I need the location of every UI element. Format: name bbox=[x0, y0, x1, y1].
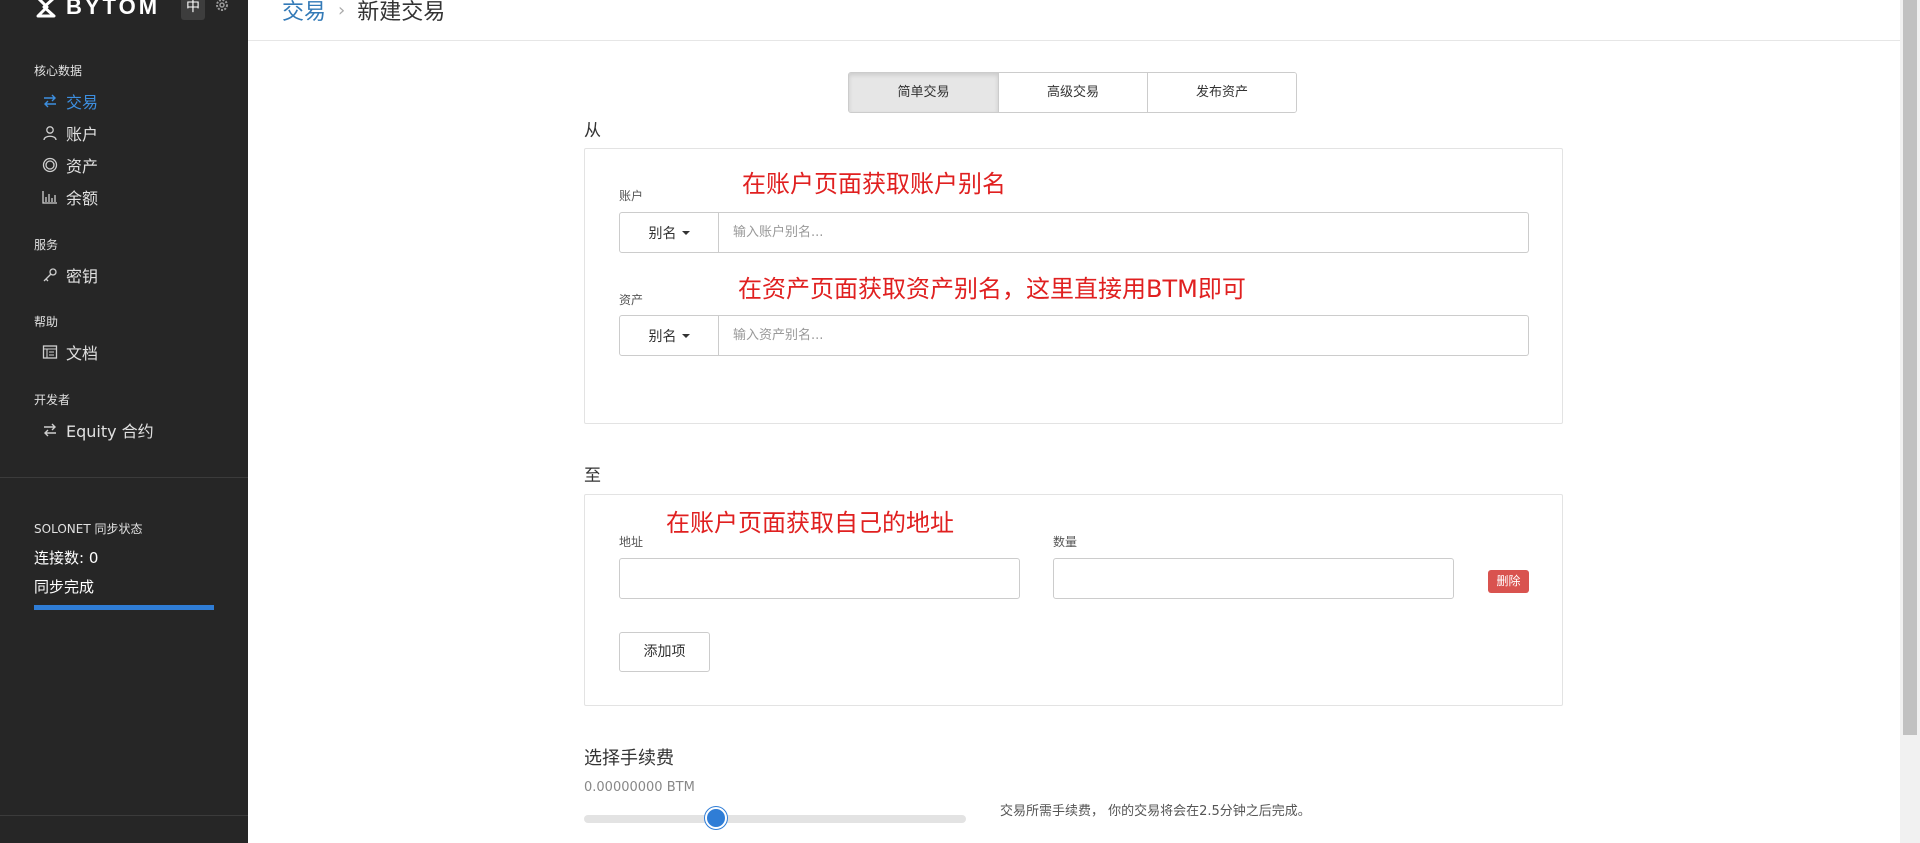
sidebar-item-label: 文档 bbox=[66, 344, 99, 363]
brand-name: BYTOM bbox=[66, 0, 161, 19]
asset-label: 资产 bbox=[619, 293, 644, 307]
user-icon bbox=[43, 126, 57, 141]
caret-down-icon bbox=[681, 333, 690, 338]
to-panel: 在账户页面获取自己的地址 地址 数量 删除 添加项 bbox=[584, 494, 1563, 706]
from-section-title: 从 bbox=[584, 121, 601, 141]
sidebar-item-balances[interactable]: 余额 bbox=[34, 181, 98, 213]
tab-issue-asset[interactable]: 发布资产 bbox=[1147, 73, 1296, 112]
sidebar-item-label: 账户 bbox=[66, 125, 99, 144]
sidebar-item-label: 资产 bbox=[66, 157, 99, 176]
to-section-title: 至 bbox=[584, 466, 601, 486]
scrollbar-thumb[interactable] bbox=[1903, 0, 1917, 735]
nav-group-title: 核心数据 bbox=[34, 64, 83, 78]
connection-count: 连接数: 0 bbox=[34, 549, 99, 567]
sidebar: BYTOM 中 核心数据 交易 账户 资产 余额 服务 密钥 帮助 文档 开发者… bbox=[0, 0, 248, 843]
sidebar-item-keys[interactable]: 密钥 bbox=[34, 259, 98, 291]
account-alias-input[interactable] bbox=[719, 212, 1529, 253]
nav-group-core: 核心数据 交易 账户 资产 余额 bbox=[34, 62, 98, 213]
chevron-right-icon: › bbox=[338, 0, 346, 21]
account-label: 账户 bbox=[619, 189, 644, 203]
fee-slider-handle[interactable] bbox=[704, 807, 727, 829]
nav-group-title: 开发者 bbox=[34, 393, 71, 407]
circle-icon bbox=[42, 157, 58, 173]
brand-logo[interactable]: BYTOM bbox=[34, 0, 160, 22]
gear-icon[interactable] bbox=[214, 0, 230, 13]
sync-state: 同步完成 bbox=[34, 578, 95, 596]
breadcrumb: 交易 › 新建交易 bbox=[282, 0, 445, 26]
sidebar-item-label: 交易 bbox=[66, 93, 99, 112]
nav-group-title: 服务 bbox=[34, 238, 59, 252]
delete-button[interactable]: 删除 bbox=[1488, 570, 1529, 593]
transfer-icon bbox=[44, 94, 56, 108]
account-input-group: 别名 bbox=[619, 212, 1529, 253]
page-header: 交易 › 新建交易 bbox=[248, 0, 1900, 41]
sync-status-title: SOLONET 同步状态 bbox=[34, 522, 143, 536]
nav-group-help: 帮助 文档 bbox=[34, 313, 98, 368]
asset-alias-dropdown[interactable]: 别名 bbox=[619, 315, 719, 356]
dropdown-label: 别名 bbox=[648, 225, 677, 242]
scrollbar[interactable] bbox=[1900, 0, 1920, 843]
transaction-type-tabs: 简单交易 高级交易 发布资产 bbox=[848, 72, 1297, 113]
sidebar-item-docs[interactable]: 文档 bbox=[34, 336, 98, 368]
breadcrumb-link[interactable]: 交易 bbox=[282, 0, 326, 26]
amount-input[interactable] bbox=[1053, 558, 1454, 599]
address-input[interactable] bbox=[619, 558, 1020, 599]
sidebar-item-label: 密钥 bbox=[66, 267, 99, 286]
address-label: 地址 bbox=[619, 535, 644, 549]
account-alias-dropdown[interactable]: 别名 bbox=[619, 212, 719, 253]
from-panel: 账户 在账户页面获取账户别名 别名 资产 在资产页面获取资产别名，这里直接用BT… bbox=[584, 148, 1563, 424]
sync-progress-bar bbox=[34, 605, 214, 610]
sidebar-item-transactions[interactable]: 交易 bbox=[34, 85, 98, 117]
sync-status: SOLONET 同步状态 连接数: 0 同步完成 bbox=[34, 520, 214, 610]
sidebar-item-accounts[interactable]: 账户 bbox=[34, 117, 98, 149]
sidebar-item-equity[interactable]: Equity 合约 bbox=[34, 414, 154, 446]
fee-slider-track[interactable] bbox=[584, 815, 966, 823]
sidebar-divider bbox=[0, 477, 248, 478]
fee-note: 交易所需手续费， 你的交易将会在2.5分钟之后完成。 bbox=[1000, 804, 1311, 819]
nav-group-services: 服务 密钥 bbox=[34, 236, 98, 291]
key-icon bbox=[43, 268, 57, 282]
page-title: 新建交易 bbox=[357, 0, 446, 25]
language-button[interactable]: 中 bbox=[181, 0, 205, 20]
sidebar-item-label: 余额 bbox=[66, 189, 99, 208]
document-icon bbox=[42, 345, 58, 359]
fee-title: 选择手续费 bbox=[584, 748, 674, 769]
annotation-asset: 在资产页面获取资产别名，这里直接用BTM即可 bbox=[738, 275, 1246, 303]
bytom-logo-icon bbox=[36, 0, 56, 18]
amount-label: 数量 bbox=[1053, 535, 1078, 549]
bar-chart-icon bbox=[42, 191, 57, 204]
fee-value: 0.00000000 BTM bbox=[584, 780, 695, 795]
sidebar-item-label: Equity 合约 bbox=[66, 422, 154, 441]
sidebar-divider bbox=[0, 815, 248, 816]
asset-alias-input[interactable] bbox=[719, 315, 1529, 356]
sidebar-item-assets[interactable]: 资产 bbox=[34, 149, 98, 181]
asset-input-group: 别名 bbox=[619, 315, 1529, 356]
annotation-account: 在账户页面获取账户别名 bbox=[742, 170, 1006, 198]
caret-down-icon bbox=[681, 230, 690, 235]
nav-group-developer: 开发者 Equity 合约 bbox=[34, 391, 154, 446]
tab-advanced[interactable]: 高级交易 bbox=[998, 73, 1147, 112]
nav-group-title: 帮助 bbox=[34, 315, 59, 329]
sync-progress-fill bbox=[34, 605, 214, 610]
transfer-icon bbox=[44, 423, 56, 437]
dropdown-label: 别名 bbox=[648, 328, 677, 345]
tab-simple[interactable]: 简单交易 bbox=[849, 73, 998, 112]
add-item-button[interactable]: 添加项 bbox=[619, 632, 710, 672]
annotation-address: 在账户页面获取自己的地址 bbox=[666, 509, 954, 537]
